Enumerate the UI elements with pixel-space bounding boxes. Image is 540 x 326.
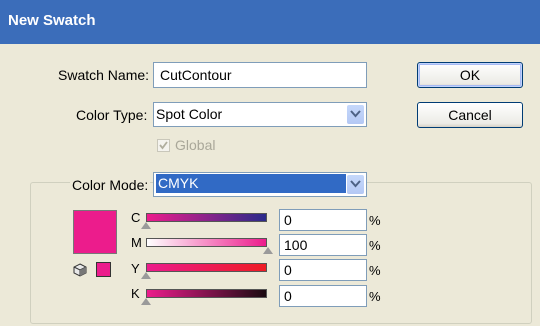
swatch-name-label: Swatch Name: (58, 67, 150, 83)
channel-y-unit: % (369, 263, 381, 278)
window-title: New Swatch (8, 12, 96, 29)
channel-k-slider[interactable] (146, 289, 267, 298)
channel-k-unit: % (369, 289, 381, 304)
channel-k-input[interactable]: 0 (279, 285, 367, 307)
swatch-name-input[interactable]: CutContour (153, 62, 367, 88)
triangle-slider-icon[interactable] (141, 222, 151, 229)
checkbox-icon (159, 141, 168, 150)
channel-y-label: Y (131, 261, 140, 276)
channel-c-input[interactable]: 0 (279, 209, 367, 231)
out-of-gamut-swatch[interactable] (96, 262, 111, 277)
channel-y-input[interactable]: 0 (279, 259, 367, 281)
color-preview-swatch (73, 210, 117, 254)
color-mode-value: CMYK (156, 174, 346, 193)
color-type-select[interactable]: Spot Color (153, 102, 367, 127)
cancel-button[interactable]: Cancel (417, 102, 523, 128)
channel-k-label: K (131, 286, 140, 301)
color-mode-label: Color Mode: (70, 177, 151, 193)
channel-m-unit: % (369, 238, 381, 253)
global-label: Global (175, 137, 216, 153)
channel-m-input[interactable]: 100 (279, 234, 367, 256)
channel-c-slider[interactable] (146, 213, 267, 222)
color-type-value: Spot Color (156, 106, 223, 122)
triangle-slider-icon[interactable] (141, 272, 151, 279)
chevron-down-icon (350, 110, 361, 118)
color-type-label: Color Type: (76, 107, 148, 123)
ok-button[interactable]: OK (417, 62, 523, 88)
color-type-dropdown-button[interactable] (347, 105, 364, 124)
channel-c-label: C (131, 210, 141, 225)
channel-m-label: M (131, 235, 142, 250)
channel-m-slider[interactable] (146, 238, 267, 247)
channel-c-unit: % (369, 213, 381, 228)
chevron-down-icon (350, 180, 361, 188)
channel-y-slider[interactable] (146, 263, 267, 272)
color-mode-dropdown-button[interactable] (347, 175, 364, 194)
color-mode-select[interactable]: CMYK (153, 172, 367, 197)
triangle-slider-icon[interactable] (263, 247, 273, 254)
triangle-slider-icon[interactable] (141, 298, 151, 305)
global-checkbox[interactable] (157, 139, 170, 152)
title-bar: New Swatch (0, 0, 540, 44)
cube-icon (73, 263, 87, 277)
